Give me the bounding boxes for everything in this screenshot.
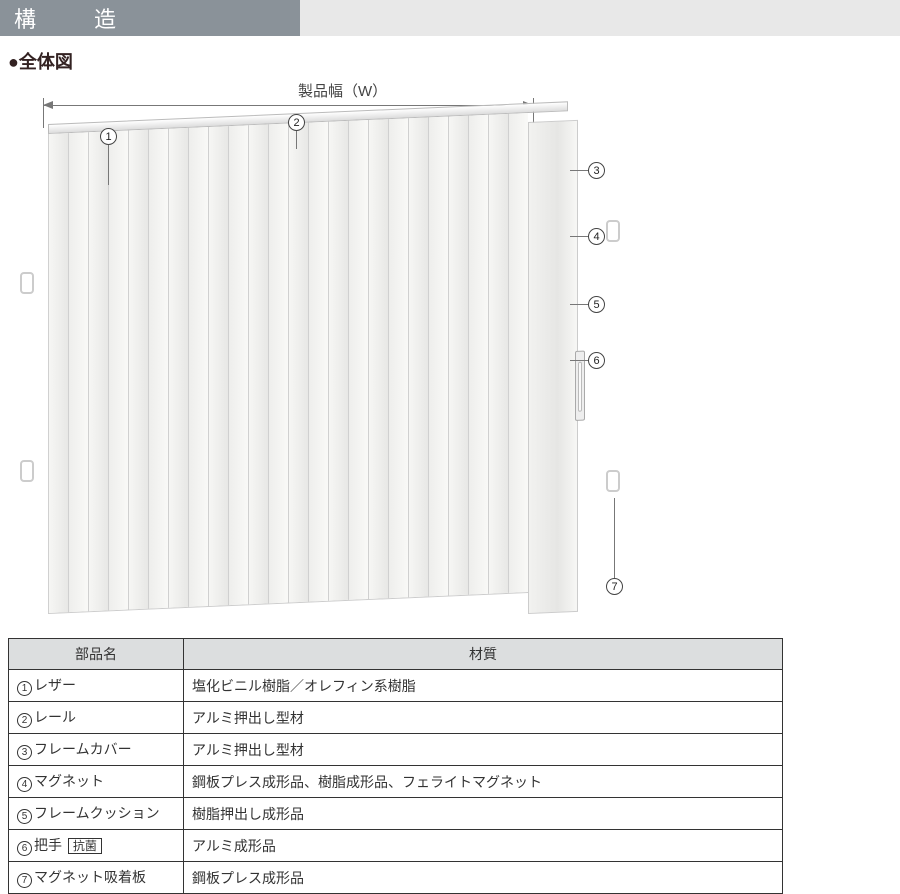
magnet-plate-icon	[606, 470, 620, 492]
part-material-cell: 塩化ビニル樹脂／オレフィン系樹脂	[184, 670, 783, 702]
part-material-cell: 鋼板プレス成形品、樹脂成形品、フェライトマグネット	[184, 766, 783, 798]
part-material-cell: アルミ押出し型材	[184, 702, 783, 734]
callout-1: 1	[100, 128, 117, 145]
part-name-cell: 5フレームクッション	[9, 798, 184, 830]
callout-2: 2	[288, 114, 305, 131]
part-material-cell: アルミ成形品	[184, 830, 783, 862]
callout-4: 4	[588, 228, 605, 245]
callout-number: 2	[288, 114, 305, 131]
part-name-cell: 6把手 抗菌	[9, 830, 184, 862]
callout-number: 6	[588, 352, 605, 369]
parts-table: 部品名 材質 1レザー 塩化ビニル樹脂／オレフィン系樹脂 2レール アルミ押出し…	[8, 638, 783, 894]
door-frame-right	[528, 120, 578, 614]
table-row: 6把手 抗菌 アルミ成形品	[9, 830, 783, 862]
callout-7: 7	[606, 578, 623, 595]
callout-3: 3	[588, 162, 605, 179]
part-material-cell: 鋼板プレス成形品	[184, 862, 783, 894]
col-header-material: 材質	[184, 639, 783, 670]
callout-number: 1	[100, 128, 117, 145]
overview-diagram: 製品幅（W） 1	[8, 80, 868, 630]
part-material-cell: 樹脂押出し成形品	[184, 798, 783, 830]
magnet-plate-icon	[20, 272, 34, 294]
door-handle	[575, 351, 585, 421]
part-material-cell: アルミ押出し型材	[184, 734, 783, 766]
part-name-cell: 3フレームカバー	[9, 734, 184, 766]
table-row: 2レール アルミ押出し型材	[9, 702, 783, 734]
table-row: 1レザー 塩化ビニル樹脂／オレフィン系樹脂	[9, 670, 783, 702]
callout-number: 3	[588, 162, 605, 179]
subsection-title: ●全体図	[0, 44, 900, 80]
table-row: 5フレームクッション 樹脂押出し成形品	[9, 798, 783, 830]
table-row: 3フレームカバー アルミ押出し型材	[9, 734, 783, 766]
section-title: 構 造	[0, 0, 300, 36]
width-dimension-label: 製品幅（W）	[298, 80, 387, 101]
part-name-cell: 2レール	[9, 702, 184, 734]
antibacterial-tag: 抗菌	[68, 838, 102, 854]
callout-number: 4	[588, 228, 605, 245]
section-title-spacer	[300, 0, 900, 36]
part-name-cell: 7マグネット吸着板	[9, 862, 184, 894]
callout-6: 6	[588, 352, 605, 369]
accordion-door-illustration	[48, 120, 568, 620]
table-row: 4マグネット 鋼板プレス成形品、樹脂成形品、フェライトマグネット	[9, 766, 783, 798]
dim-tick-left	[43, 98, 44, 128]
magnet-plate-icon	[606, 220, 620, 242]
dim-arrow-left-icon	[43, 101, 53, 109]
callout-5: 5	[588, 296, 605, 313]
part-name-cell: 1レザー	[9, 670, 184, 702]
table-row: 7マグネット吸着板 鋼板プレス成形品	[9, 862, 783, 894]
magnet-plate-icon	[20, 460, 34, 482]
table-header-row: 部品名 材質	[9, 639, 783, 670]
callout-number: 5	[588, 296, 605, 313]
col-header-name: 部品名	[9, 639, 184, 670]
callout-number: 7	[606, 578, 623, 595]
part-name-cell: 4マグネット	[9, 766, 184, 798]
section-title-bar: 構 造	[0, 0, 900, 36]
door-pleats	[48, 113, 528, 614]
